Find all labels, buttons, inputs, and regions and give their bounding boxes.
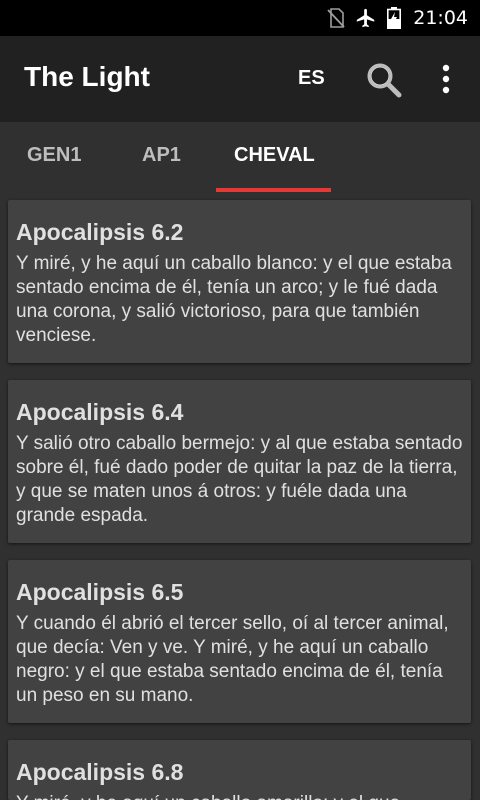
verse-card[interactable]: Apocalipsis 6.8 Y miré, y he aquí un cab…: [8, 740, 471, 800]
search-button[interactable]: [364, 60, 404, 100]
verse-text: Y miré, y he aquí un caballo blanco: y e…: [16, 253, 452, 346]
overflow-menu-button[interactable]: [434, 62, 458, 98]
verse-card[interactable]: Apocalipsis 6.4 Y salió otro caballo ber…: [8, 380, 471, 543]
status-time: 21:04: [413, 7, 468, 29]
verse-reference: Apocalipsis 6.2: [16, 219, 184, 245]
verse-reference: Apocalipsis 6.8: [16, 759, 184, 785]
active-tab-indicator: [216, 188, 331, 192]
verse-card[interactable]: Apocalipsis 6.2 Y miré, y he aquí un cab…: [8, 200, 471, 363]
verse-text: Y salió otro caballo bermejo: y al que e…: [16, 433, 463, 526]
verse-text: Y miré, y he aquí un caballo amarillo: y…: [16, 792, 463, 800]
overflow-menu-icon: [442, 64, 450, 94]
verse-card[interactable]: Apocalipsis 6.5 Y cuando él abrió el ter…: [8, 560, 471, 723]
tab-ap1[interactable]: AP1: [142, 144, 181, 167]
status-bar: 21:04: [0, 0, 480, 36]
search-icon: [367, 63, 402, 98]
no-sim-icon: [327, 8, 345, 28]
tab-cheval[interactable]: CHEVAL: [234, 144, 315, 167]
verse-reference: Apocalipsis 6.5: [16, 579, 184, 605]
app-title: The Light: [24, 61, 150, 92]
verse-text: Y cuando él abrió el tercer sello, oí al…: [16, 613, 449, 706]
tab-gen1[interactable]: GEN1: [27, 144, 81, 167]
verse-reference: Apocalipsis 6.4: [16, 399, 184, 425]
language-button[interactable]: ES: [298, 67, 325, 90]
airplane-mode-icon: [355, 7, 377, 29]
app-bar: The Light ES: [0, 36, 480, 122]
battery-charging-icon: [387, 7, 402, 29]
tab-bar: GEN1 AP1 CHEVAL: [0, 122, 480, 194]
